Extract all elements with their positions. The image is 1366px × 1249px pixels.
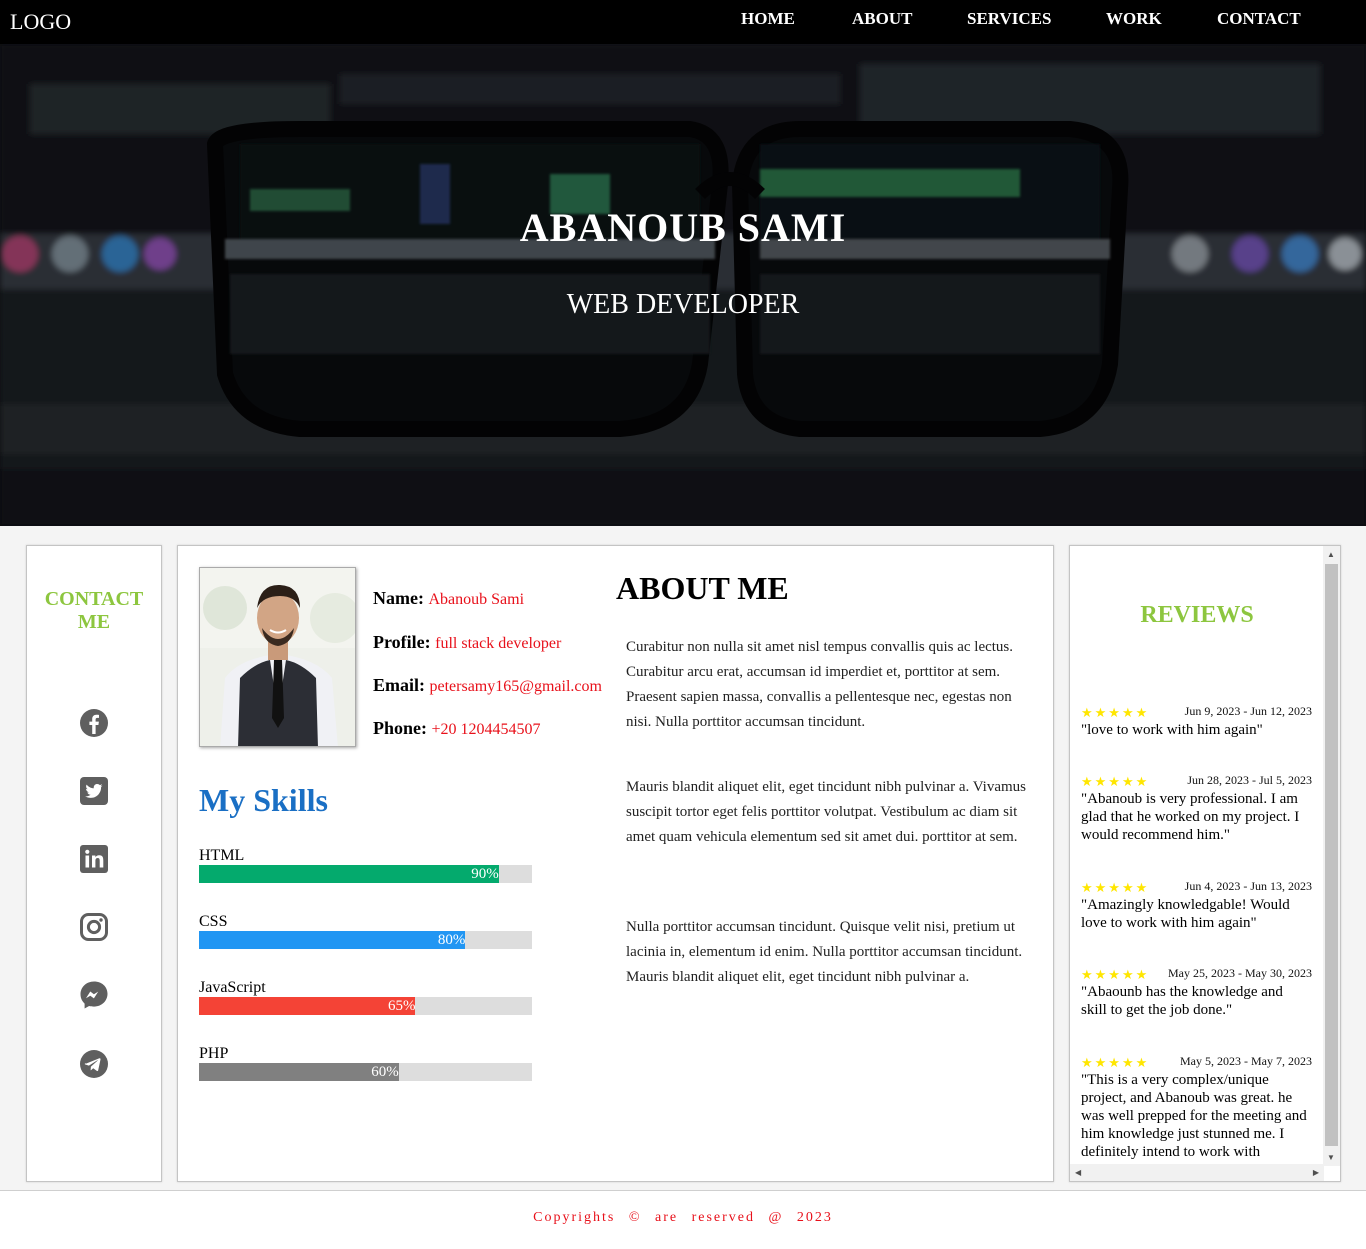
skill-label-javascript: JavaScript: [199, 979, 266, 996]
skill-bar-css: 80%: [199, 931, 532, 949]
about-paragraph-2: Mauris blandit aliquet elit, eget tincid…: [626, 779, 1026, 845]
review-text: "This is a very complex/unique project, …: [1081, 1072, 1307, 1159]
hero-banner: ABANOUB SAMI WEB DEVELOPER: [0, 44, 1366, 526]
info-phone: Phone: +20 1204454507: [373, 718, 541, 739]
profile-value: full stack developer: [435, 635, 562, 652]
skill-fill-css: 80%: [199, 931, 466, 949]
name-value: Abanoub Sami: [428, 591, 525, 608]
scroll-left-icon[interactable]: ◀: [1075, 1168, 1081, 1177]
phone-value[interactable]: +20 1204454507: [432, 721, 541, 738]
nav-services[interactable]: SERVICES: [967, 9, 1051, 29]
contact-title: CONTACT ME: [44, 588, 144, 633]
info-email: Email: petersamy165@gmail.com: [373, 675, 602, 696]
skill-bar-javascript: 65%: [199, 997, 532, 1015]
skill-fill-php: 60%: [199, 1063, 399, 1081]
review-text: "Abaounb has the knowledge and skill to …: [1081, 984, 1283, 1018]
about-title: ABOUT ME: [616, 570, 789, 606]
skill-label-php: PHP: [199, 1045, 229, 1062]
name-label: Name:: [373, 588, 424, 608]
scrollbar-thumb[interactable]: [1325, 564, 1338, 1146]
messenger-icon[interactable]: [79, 980, 109, 1010]
copyright-text: Copyrights © are reserved @ 2023: [533, 1210, 833, 1225]
skill-bar-php: 60%: [199, 1063, 532, 1081]
review-date: May 5, 2023 - May 7, 2023: [1180, 1054, 1312, 1068]
skill-label-html: HTML: [199, 847, 245, 864]
hero-background-image: [0, 44, 1366, 526]
email-label: Email:: [373, 675, 425, 695]
review-date: May 25, 2023 - May 30, 2023: [1168, 966, 1312, 980]
review-item: ★★★★★ May 5, 2023 - May 7, 2023 "This is…: [1081, 1054, 1312, 1159]
info-profile: Profile: full stack developer: [373, 632, 561, 653]
facebook-icon[interactable]: [79, 708, 109, 738]
reviews-panel[interactable]: REVIEWS ★★★★★ Jun 9, 2023 - Jun 12, 2023…: [1069, 545, 1341, 1182]
nav-contact[interactable]: CONTACT: [1217, 9, 1301, 29]
nav-home[interactable]: HOME: [741, 9, 795, 29]
skills-title: My Skills: [199, 782, 328, 818]
horizontal-scrollbar[interactable]: ◀ ▶: [1070, 1164, 1324, 1181]
review-date: Jun 28, 2023 - Jul 5, 2023: [1187, 773, 1312, 787]
top-navbar: LOGO HOME ABOUT SERVICES WORK CONTACT: [0, 0, 1366, 44]
contact-sidebar: CONTACT ME: [26, 545, 162, 1182]
logo[interactable]: LOGO: [10, 9, 71, 35]
star-rating: ★★★★★: [1081, 880, 1150, 895]
about-paragraph-1: Curabitur non nulla sit amet nisl tempus…: [626, 639, 1014, 730]
scroll-right-icon[interactable]: ▶: [1313, 1168, 1319, 1177]
scroll-down-icon[interactable]: ▼: [1327, 1153, 1335, 1162]
hero-name: ABANOUB SAMI: [519, 205, 847, 250]
profile-photo: [199, 567, 356, 747]
about-paragraph-3: Nulla porttitor accumsan tincidunt. Quis…: [626, 919, 1023, 985]
linkedin-icon[interactable]: [79, 844, 109, 874]
star-rating: ★★★★★: [1081, 967, 1150, 982]
info-name: Name: Abanoub Sami: [373, 588, 524, 609]
hero-role: WEB DEVELOPER: [566, 289, 800, 320]
skill-fill-html: 90%: [199, 865, 499, 883]
footer: Copyrights © are reserved @ 2023: [0, 1190, 1366, 1249]
email-value[interactable]: petersamy165@gmail.com: [430, 678, 602, 695]
reviews-title: REVIEWS: [1140, 602, 1254, 628]
instagram-icon[interactable]: [79, 912, 109, 942]
twitter-icon[interactable]: [79, 776, 109, 806]
phone-label: Phone:: [373, 718, 427, 738]
review-date: Jun 9, 2023 - Jun 12, 2023: [1184, 704, 1312, 718]
review-text: "Amazingly knowledgable! Would love to w…: [1081, 897, 1290, 931]
star-rating: ★★★★★: [1081, 705, 1150, 720]
profile-label: Profile:: [373, 632, 431, 652]
review-date: Jun 4, 2023 - Jun 13, 2023: [1184, 879, 1312, 893]
review-text: "Abanoub is very professional. I am glad…: [1081, 791, 1300, 843]
nav-work[interactable]: WORK: [1106, 9, 1162, 29]
skill-label-css: CSS: [199, 913, 228, 930]
review-text: "love to work with him again": [1081, 722, 1263, 738]
star-rating: ★★★★★: [1081, 1055, 1150, 1070]
skill-fill-javascript: 65%: [199, 997, 416, 1015]
vertical-scrollbar[interactable]: ▲ ▼: [1323, 546, 1340, 1166]
about-main-panel: Name: Abanoub Sami Profile: full stack d…: [177, 545, 1054, 1182]
skill-bar-html: 90%: [199, 865, 532, 883]
star-rating: ★★★★★: [1081, 774, 1150, 789]
nav-about[interactable]: ABOUT: [852, 9, 912, 29]
telegram-icon[interactable]: [79, 1049, 109, 1079]
scroll-up-icon[interactable]: ▲: [1327, 550, 1335, 559]
